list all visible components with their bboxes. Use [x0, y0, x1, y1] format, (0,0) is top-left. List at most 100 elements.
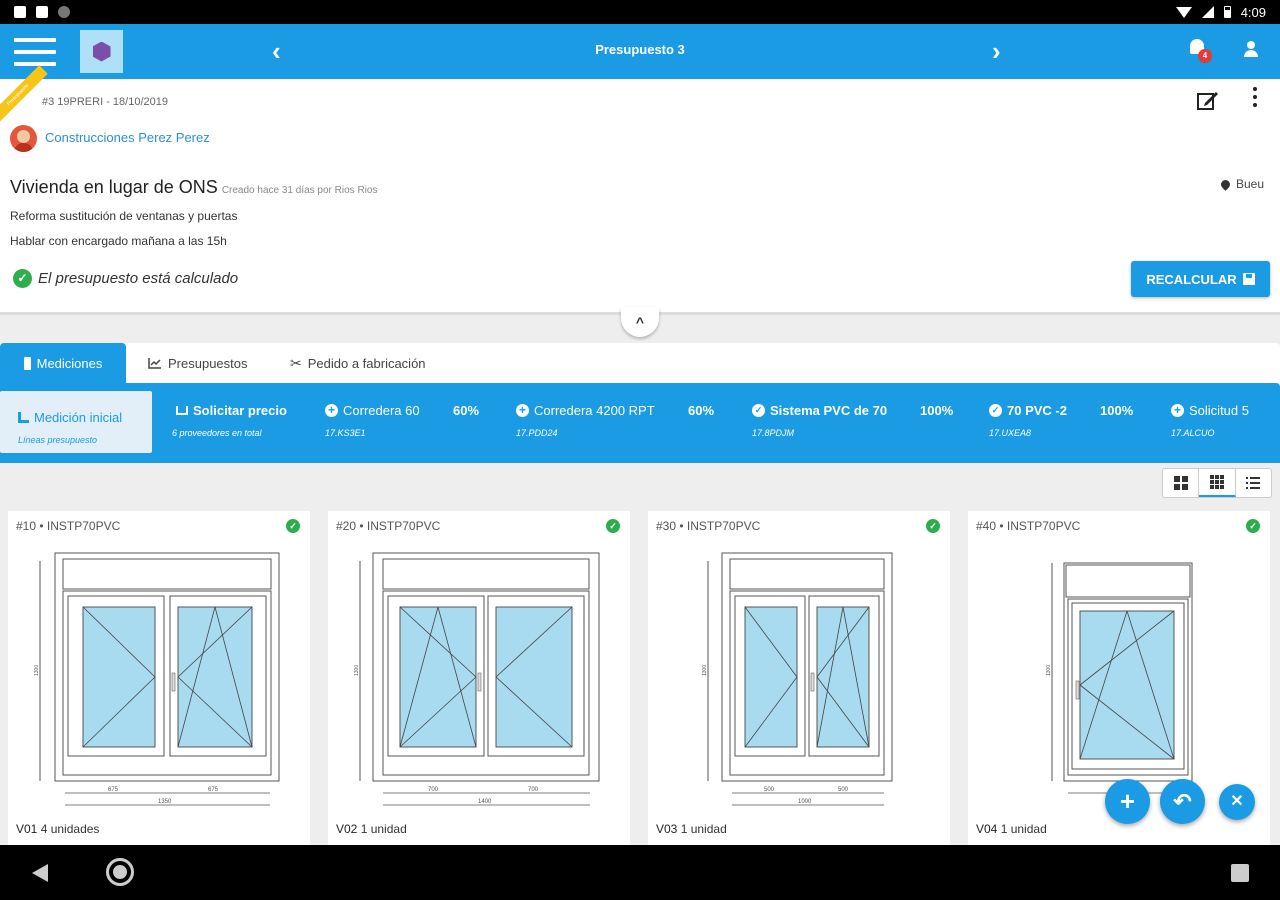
window-drawing: 1300: [1046, 562, 1193, 794]
hexagon-logo-icon: [92, 41, 111, 62]
more-options-icon[interactable]: [1252, 87, 1258, 107]
grid-large-icon: [1173, 476, 1188, 490]
window-ref: V02: [336, 822, 358, 836]
sd-card-icon: [36, 6, 48, 18]
step-label-text: Sistema PVC de 70: [770, 403, 888, 418]
step-label-text: Medición inicial: [34, 410, 123, 425]
window-qty: 1 unidad: [680, 822, 727, 836]
back-icon[interactable]: [32, 864, 48, 882]
notification-icon: [14, 6, 26, 18]
menu-icon[interactable]: [14, 38, 56, 66]
page-title: Presupuesto 3: [595, 42, 685, 57]
previous-icon[interactable]: ‹: [272, 36, 281, 67]
step-code: 17.ALCUO: [1171, 428, 1215, 438]
recalculate-button[interactable]: RECALCULAR: [1131, 261, 1270, 297]
window-card[interactable]: #10 • INSTP70PVC ✓ 1300 675 675 1350 V01…: [8, 511, 310, 851]
app-logo[interactable]: [80, 30, 123, 73]
step-percent: 100%: [920, 403, 954, 418]
basket-icon: [176, 406, 188, 415]
budget-reference: #3 19PRERI - 18/10/2019: [42, 96, 168, 108]
notifications-button[interactable]: 4: [1188, 39, 1212, 63]
dimension-left: 500: [764, 787, 775, 793]
step-supplier-5[interactable]: + Solicitud 5 17.ALCUO: [1171, 383, 1280, 463]
location-pin-icon: [1219, 177, 1232, 191]
grid-small-icon: [1209, 475, 1224, 489]
dimension-right: 675: [208, 787, 219, 793]
close-button[interactable]: ✕: [1219, 784, 1255, 820]
step-supplier-2[interactable]: + Corredera 4200 RPT 60% 17.PDD24: [516, 383, 736, 463]
step-label-text: Corredera 60: [343, 403, 420, 418]
undo-icon: ↶: [1173, 789, 1192, 814]
plus-circle-icon: +: [1171, 404, 1184, 417]
view-large-grid-button[interactable]: [1163, 469, 1200, 497]
step-label: ✓ Sistema PVC de 70: [752, 403, 887, 418]
dimension-left: 675: [108, 787, 119, 793]
window-drawing: 1300 675 675 1350: [34, 552, 280, 806]
step-supplier-1[interactable]: + Corredera 60 60% 17.KS3E1: [325, 383, 495, 463]
card-footer: V01 4 unidades: [16, 822, 99, 836]
next-icon[interactable]: ›: [992, 36, 1001, 67]
height-dim-label: 1300: [34, 665, 40, 676]
calculator-icon: [1242, 273, 1255, 285]
recalculate-label: RECALCULAR: [1146, 271, 1237, 287]
tab-presupuestos[interactable]: Presupuestos: [148, 343, 248, 383]
project-title-text: Vivienda en lugar de ONS: [10, 177, 218, 197]
system-nav-bar: [0, 845, 1280, 900]
card-title: #40 • INSTP70PVC: [976, 519, 1081, 533]
check-circle-icon: ✓: [286, 519, 300, 533]
home-icon[interactable]: [106, 858, 134, 886]
dimension-total: 1000: [798, 799, 812, 805]
user-icon[interactable]: [1244, 41, 1258, 57]
collapse-header-button[interactable]: ^: [621, 307, 659, 337]
step-code: 17.UXEA8: [989, 428, 1032, 438]
step-code: 17.KS3E1: [325, 428, 366, 438]
window-card[interactable]: #30 • INSTP70PVC ✓ 1300 500 500 1000 V03…: [648, 511, 950, 851]
tab-label: Mediciones: [36, 355, 103, 371]
dimension-total: 1400: [478, 799, 492, 805]
undo-button[interactable]: ↶: [1160, 779, 1205, 824]
chart-line-icon: [148, 358, 161, 369]
step-label-text: 70 PVC -2: [1007, 403, 1067, 418]
project-location: Bueu: [1219, 177, 1264, 191]
dimension-right: 500: [838, 787, 849, 793]
step-percent: 60%: [453, 403, 480, 418]
recent-apps-icon[interactable]: [1231, 864, 1249, 882]
check-circle-icon: ✓: [13, 269, 32, 288]
calculation-status: ✓ El presupuesto está calculado: [13, 269, 238, 288]
view-small-grid-button[interactable]: [1199, 469, 1236, 497]
window-card[interactable]: #20 • INSTP70PVC ✓ 1300 700 700 1400 V02…: [328, 511, 630, 851]
step-solicitar-precio[interactable]: Solicitar precio 6 proveedores en total: [172, 383, 312, 463]
close-icon: ✕: [1230, 793, 1244, 810]
project-title: Vivienda en lugar de ONS Creado hace 31 d…: [10, 177, 377, 198]
window-ref: V03: [656, 822, 678, 836]
clock: 4:09: [1240, 4, 1266, 20]
card-footer: V02 1 unidad: [336, 822, 407, 836]
sync-icon: [58, 6, 70, 18]
description-line-2: Hablar con encargado mañana a las 15h: [10, 234, 227, 248]
budget-header-card: Presupuesto #3 19PRERI - 18/10/2019 Cons…: [0, 65, 1280, 315]
step-supplier-3[interactable]: ✓ Sistema PVC de 70 100% 17.8PDJM: [752, 383, 972, 463]
add-button[interactable]: +: [1105, 779, 1150, 824]
step-medicion-inicial[interactable]: Medición inicial Líneas presupuesto: [0, 391, 152, 453]
tab-label: Presupuestos: [168, 355, 248, 371]
tab-label: Pedido a fabricación: [307, 355, 426, 371]
step-label: + Corredera 60: [325, 403, 420, 418]
step-label: + Solicitud 5: [1171, 403, 1249, 418]
step-percent: 100%: [1100, 403, 1134, 418]
card-title: #30 • INSTP70PVC: [656, 519, 761, 533]
chevron-up-icon: ^: [635, 314, 645, 330]
dimension-right: 700: [528, 787, 539, 793]
card-title: #10 • INSTP70PVC: [16, 519, 121, 533]
ruler-corner-icon: [18, 412, 29, 423]
tab-mediciones[interactable]: Mediciones: [0, 343, 126, 383]
step-code: 17.8PDJM: [752, 428, 795, 438]
client-link[interactable]: Construcciones Perez Perez: [45, 130, 210, 145]
calculation-status-text: El presupuesto está calculado: [38, 270, 239, 287]
step-code: 17.PDD24: [516, 428, 558, 438]
view-list-button[interactable]: [1236, 469, 1271, 497]
tab-pedido-fabricacion[interactable]: ✂ Pedido a fabricación: [290, 343, 426, 383]
edit-icon[interactable]: [1196, 89, 1220, 111]
window-drawing: 1300 700 700 1400: [354, 552, 600, 806]
step-supplier-4[interactable]: ✓ 70 PVC -2 100% 17.UXEA8: [989, 383, 1159, 463]
tools-icon: ✂: [290, 354, 302, 371]
